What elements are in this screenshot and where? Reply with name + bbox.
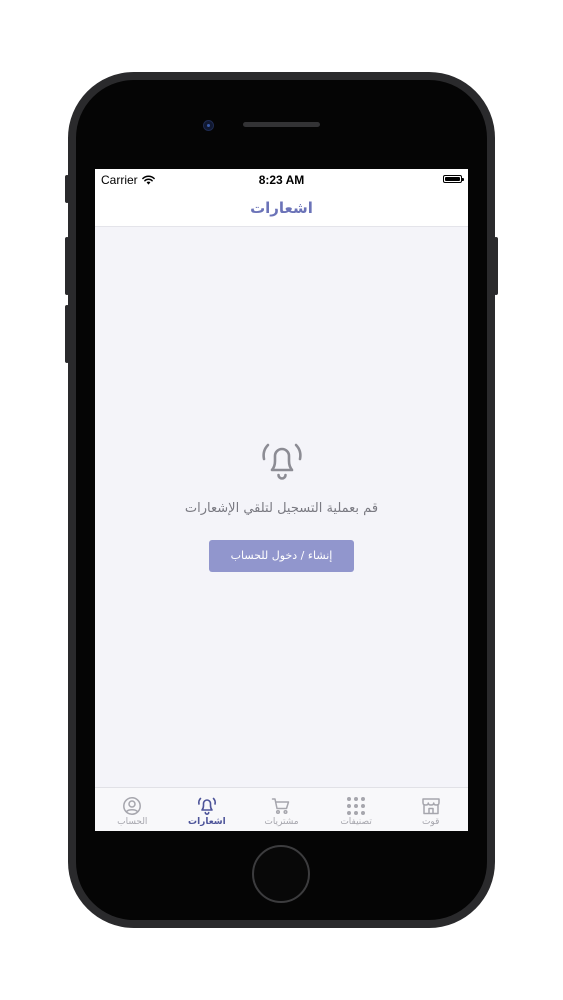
earpiece-speaker	[243, 122, 320, 127]
volume-down-button	[65, 305, 69, 363]
navigation-bar: اشعارات	[95, 191, 468, 227]
app-screen: Carrier 8:23 AM اشعارات قم بعملية التسجي…	[95, 169, 468, 831]
tab-categories-label: تصنيفات	[340, 817, 372, 827]
tab-purchases[interactable]: مشتريات	[244, 788, 319, 831]
status-time: 8:23 AM	[258, 173, 305, 187]
status-bar: Carrier 8:23 AM	[95, 169, 468, 191]
bell-ringing-icon	[261, 443, 302, 480]
tab-categories[interactable]: تصنيفات	[319, 788, 394, 831]
empty-state: قم بعملية التسجيل لتلقي الإشعارات إنشاء …	[95, 437, 468, 572]
store-icon	[421, 798, 440, 815]
tab-store[interactable]: قوت	[393, 788, 468, 831]
home-button[interactable]	[252, 845, 310, 903]
power-button	[494, 237, 498, 295]
tab-account-label: الحساب	[117, 817, 148, 827]
tab-notifications-label: اشعارات	[188, 817, 226, 827]
bell-icon	[197, 797, 216, 815]
battery-icon	[443, 175, 464, 183]
cart-icon	[272, 798, 290, 815]
tab-notifications[interactable]: اشعارات	[170, 788, 245, 831]
tab-store-label: قوت	[421, 817, 440, 827]
empty-state-message: قم بعملية التسجيل لتلقي الإشعارات	[184, 501, 379, 516]
volume-up-button	[65, 237, 69, 295]
create-login-account-button[interactable]: إنشاء / دخول للحساب	[209, 540, 354, 572]
user-circle-icon	[123, 797, 142, 815]
tab-purchases-label: مشتريات	[264, 817, 299, 827]
mute-switch	[65, 175, 69, 203]
tab-bar: الحساب اشعارات مشتريات تصنيفات قوت	[95, 787, 468, 831]
grid-icon	[347, 797, 366, 815]
tab-account[interactable]: الحساب	[95, 788, 170, 831]
page-title: اشعارات	[250, 199, 313, 217]
front-camera	[203, 120, 214, 131]
